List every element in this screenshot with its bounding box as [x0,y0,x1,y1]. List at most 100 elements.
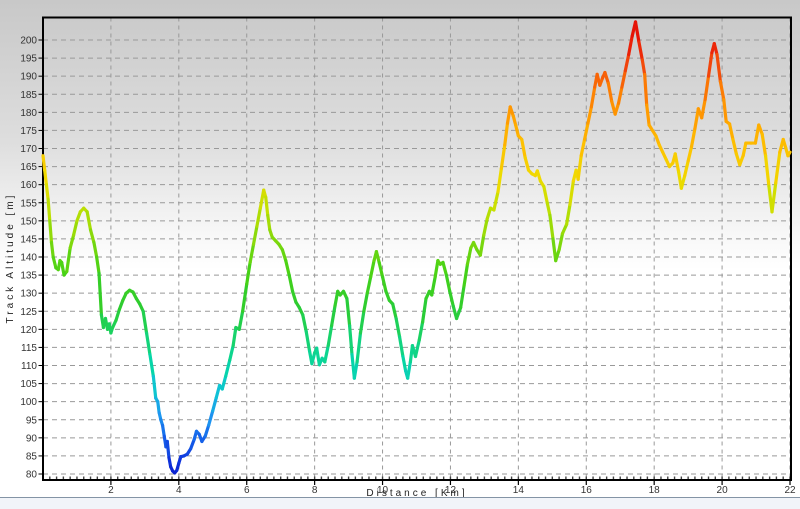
tick-labels: 8085909510010511011512012513013514014515… [20,36,796,497]
track-segment [328,326,331,346]
track-segment [494,192,498,210]
track-segment [423,299,426,323]
track-segment [97,257,99,273]
track-segment [578,156,581,180]
track-segment [91,230,94,243]
track-segment [591,87,594,107]
track-segment [681,176,684,189]
track-segment [544,186,547,202]
track-segment [376,252,379,263]
track-altitude-line [43,22,790,473]
track-segment [51,243,53,257]
track-segment [464,264,467,286]
track-segment [357,333,360,362]
track-segment [605,73,608,84]
y-tick-label: 170 [20,144,37,155]
track-segment [50,221,52,243]
track-segment [286,261,289,275]
track-segment [354,362,357,378]
track-segment [282,250,285,261]
y-tick-label: 135 [20,271,37,282]
y-tick-label: 100 [20,397,37,408]
track-segment [400,337,403,357]
track-segment [94,243,97,257]
track-segment [393,304,396,318]
x-tick-label: 14 [513,485,525,496]
y-tick-label: 80 [26,470,38,481]
track-segment [688,147,691,161]
track-segment [266,197,268,215]
y-tick-label: 90 [26,433,38,444]
track-segment [99,273,101,315]
track-segment [268,215,270,229]
track-segment [505,123,508,145]
y-tick-label: 190 [20,72,37,83]
x-tick-label: 18 [649,485,661,496]
y-tick-label: 175 [20,126,37,137]
track-segment [581,139,584,155]
track-segment [226,360,230,376]
track-segment [239,311,242,329]
track-segment [350,326,352,355]
track-segment [776,152,780,183]
track-segment [443,262,446,275]
track-segment [147,333,150,355]
track-segment [446,275,449,291]
track-segment [233,328,236,346]
track-segment [222,376,225,389]
track-segment [46,185,48,199]
track-segment [570,181,573,205]
x-tick-label: 8 [312,485,318,496]
track-segment [516,125,519,136]
track-segment [467,248,470,264]
track-segment [622,71,625,87]
track-segment [733,139,736,153]
track-segment [371,261,374,277]
x-tick-label: 6 [244,485,250,496]
track-segment [435,261,438,277]
track-segment [360,311,363,333]
track-segment [70,235,73,248]
frame-rect [43,18,791,481]
track-segment [762,134,765,156]
track-segment [692,129,695,147]
track-segment [213,398,216,411]
track-segment [559,233,562,249]
track-segment [645,74,647,105]
y-tick-label: 140 [20,253,37,264]
track-segment [289,275,292,291]
track-segment [730,124,733,140]
track-segment [396,318,399,336]
track-segment [608,83,611,101]
track-segment [306,331,309,351]
track-segment [567,205,570,225]
y-tick-label: 200 [20,36,37,47]
track-segment [480,235,483,255]
track-segment [364,293,367,311]
track-segment [48,199,50,221]
track-segment [461,286,464,308]
track-segment [766,156,769,187]
x-tick-label: 20 [717,485,729,496]
x-tick-label: 4 [176,485,182,496]
track-segment [250,244,253,262]
track-segment [720,82,723,100]
track-segment [619,87,622,103]
y-tick-label: 150 [20,216,37,227]
y-tick-label: 105 [20,379,37,390]
track-segment [639,42,642,60]
bottom-strip [0,498,800,509]
y-tick-label: 195 [20,54,37,65]
track-segment [705,76,708,100]
track-segment [547,203,550,216]
track-segment [367,277,370,293]
track-segment [522,139,525,157]
y-axis-label: Track Altitude [m] [5,193,16,324]
y-tick-label: 115 [21,343,37,354]
track-segment [498,168,501,192]
y-tick-label: 95 [26,415,38,426]
track-segment [525,158,528,171]
track-segment [685,161,688,175]
track-segment [629,36,632,54]
plot-area: 8085909510010511011512012513013514014515… [0,0,800,509]
